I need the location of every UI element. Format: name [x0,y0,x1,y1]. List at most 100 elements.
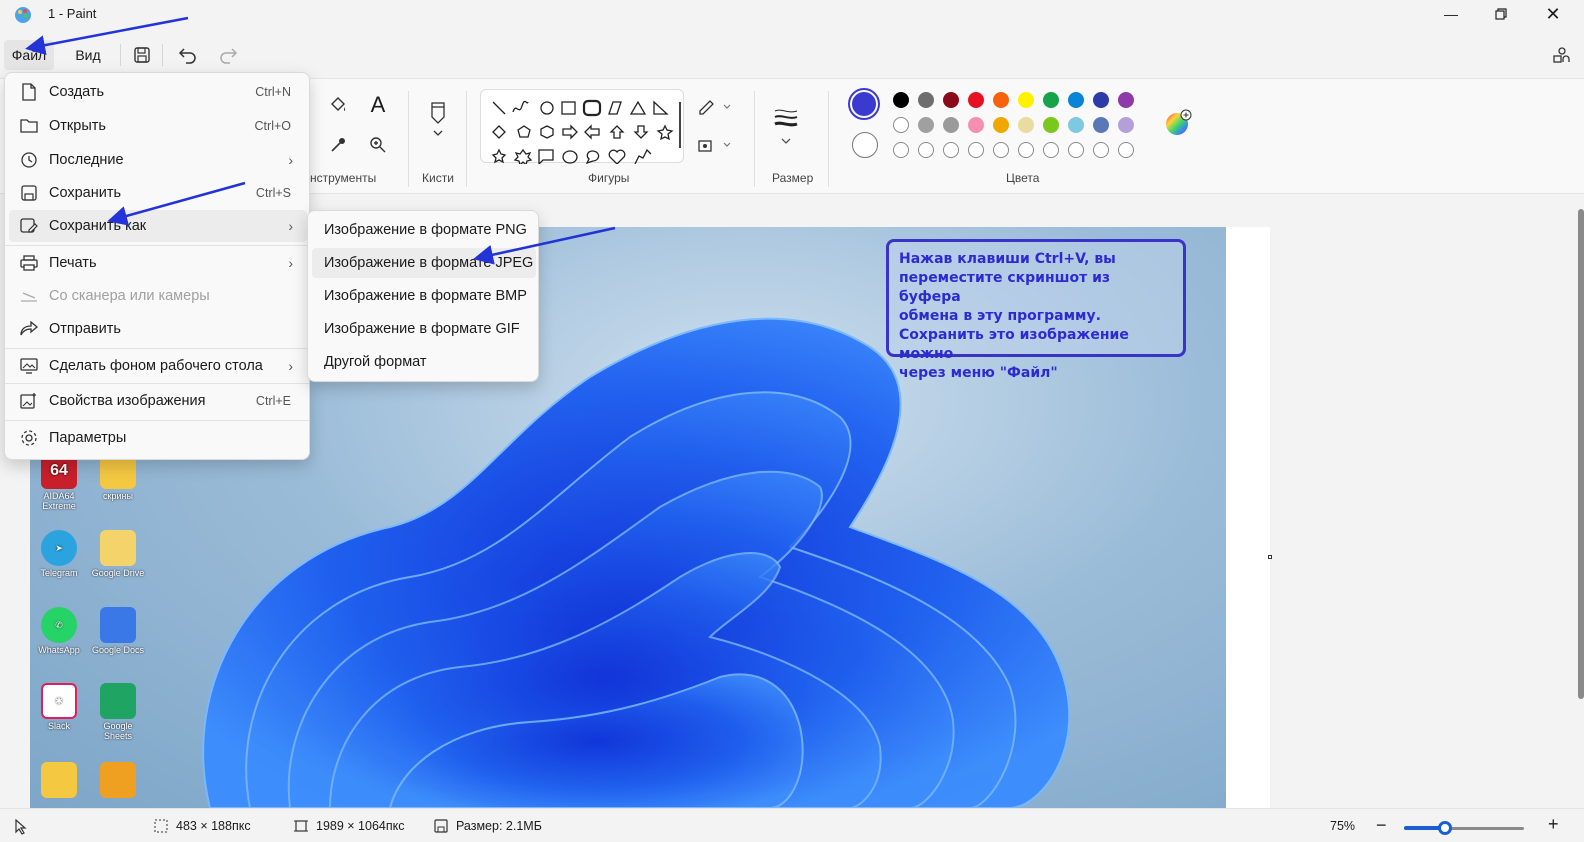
custom-color-slot[interactable] [1093,142,1109,158]
note-line: переместите скриншот из буфера [899,270,1111,305]
menu-item-recent[interactable]: Последние › [9,144,307,176]
color-swatch[interactable] [893,117,909,133]
color-swatch[interactable] [918,92,934,108]
desktop-icon-slack[interactable]: ✱ Slack [31,683,87,731]
color-swatch[interactable] [968,92,984,108]
primary-color-button[interactable] [848,88,880,120]
save-as-bmp[interactable]: Изображение в формате BMP [312,281,536,311]
save-quick-button[interactable] [128,42,156,68]
color-swatch[interactable] [1093,117,1109,133]
magnifier-button[interactable] [364,131,392,159]
close-button[interactable]: ✕ [1530,0,1576,28]
menu-item-save[interactable]: Сохранить Ctrl+S [9,177,307,209]
menu-item-label: Отправить [49,321,121,337]
color-swatch[interactable] [1068,92,1084,108]
desktop-icon-google-sheets[interactable]: Google Sheets [90,683,146,741]
save-as-png[interactable]: Изображение в формате PNG [312,215,536,245]
menu-item-settings[interactable]: Параметры [9,422,307,454]
menu-item-label: Печать [49,255,97,271]
fill-dropdown[interactable] [696,131,736,159]
chevron-right-icon: › [288,152,293,168]
selection-icon [154,819,168,833]
color-swatch[interactable] [1018,117,1034,133]
zoom-level[interactable]: 75% [1330,819,1355,833]
desktop-icon-google-docs[interactable]: Google Docs [90,607,146,655]
size-dropdown[interactable] [772,103,800,147]
desktop-icon-app[interactable] [90,762,146,800]
color-swatch[interactable] [1118,92,1134,108]
annotation-note: Нажав клавиши Ctrl+V, вы переместите скр… [886,239,1186,381]
zoom-slider-thumb[interactable] [1438,821,1452,835]
custom-color-slot[interactable] [968,142,984,158]
custom-color-slot[interactable] [993,142,1009,158]
minimize-button[interactable]: — [1428,0,1474,28]
view-menu-button[interactable]: Вид [66,40,110,70]
save-as-gif[interactable]: Изображение в формате GIF [312,314,536,344]
custom-color-slot[interactable] [1043,142,1059,158]
fill-tool-button[interactable] [324,91,352,119]
menu-item-save-as[interactable]: Сохранить как › [9,210,307,242]
color-swatch[interactable] [993,117,1009,133]
menubar-divider [120,44,121,66]
custom-color-slot[interactable] [1118,142,1134,158]
wallpaper-icon [20,358,38,374]
desktop-icon-google-drive[interactable]: Google Drive [90,530,146,578]
color-swatch[interactable] [1043,117,1059,133]
brushes-button[interactable] [424,99,452,139]
save-as-other-format[interactable]: Другой формат [312,347,536,377]
canvas-size-text: 1989 × 1064пкс [316,819,405,833]
file-menu-button[interactable]: Файл [4,40,54,70]
color-swatch[interactable] [943,92,959,108]
zoom-out-button[interactable]: − [1376,815,1387,836]
color-swatch[interactable] [1068,117,1084,133]
menu-item-print[interactable]: Печать › [9,247,307,279]
color-swatch[interactable] [918,117,934,133]
save-as-submenu: Изображение в формате PNG Изображение в … [307,210,539,382]
edit-colors-button[interactable] [1164,109,1192,137]
menu-item-send[interactable]: Отправить [9,313,307,345]
menu-item-set-wallpaper[interactable]: Сделать фоном рабочего стола › [9,350,307,382]
scanner-icon [21,292,37,302]
color-swatch[interactable] [893,92,909,108]
google-drive-icon [100,530,136,566]
color-picker-button[interactable] [324,131,352,159]
color-swatch[interactable] [1093,92,1109,108]
custom-color-slot[interactable] [918,142,934,158]
account-button[interactable] [1548,42,1574,68]
undo-button[interactable] [174,42,202,68]
desktop-icon-label: скрины [103,491,133,501]
custom-color-slot[interactable] [943,142,959,158]
color-swatch[interactable] [1018,92,1034,108]
color-swatch[interactable] [968,117,984,133]
resize-handle[interactable] [1268,555,1272,559]
menu-item-scanner[interactable]: Со сканера или камеры [9,280,307,312]
color-swatch[interactable] [993,92,1009,108]
desktop-icon-whatsapp[interactable]: ✆ WhatsApp [31,607,87,655]
redo-button[interactable] [214,42,242,68]
folder-icon [20,119,38,133]
ribbon-divider [754,91,755,187]
desktop-icon-telegram[interactable]: ➤ Telegram [31,530,87,578]
text-tool-button[interactable]: A [364,91,392,119]
menu-item-image-properties[interactable]: Свойства изображения Ctrl+E [9,385,307,417]
color-swatch[interactable] [1043,92,1059,108]
desktop-icon-aida64[interactable]: 64 AIDA64 Extreme [31,453,87,511]
custom-color-slot[interactable] [1068,142,1084,158]
custom-color-slot[interactable] [1018,142,1034,158]
app-icon [100,762,136,798]
menu-item-open[interactable]: Открыть Ctrl+O [9,110,307,142]
zoom-in-button[interactable]: + [1548,814,1559,835]
color-swatch[interactable] [1118,117,1134,133]
outline-dropdown[interactable] [696,93,736,121]
desktop-icon-folder[interactable] [31,762,87,800]
desktop-icon-screenshots-folder[interactable]: скрины [90,453,146,501]
secondary-color-button[interactable] [852,132,878,158]
menu-item-new[interactable]: Создать Ctrl+N [9,76,307,108]
restore-button[interactable] [1478,0,1524,28]
slack-icon: ✱ [41,683,77,719]
color-swatch[interactable] [943,117,959,133]
save-as-jpeg[interactable]: Изображение в формате JPEG [312,248,536,278]
canvas-size-icon [294,820,308,832]
vertical-scrollbar[interactable] [1578,209,1584,699]
custom-color-slot[interactable] [893,142,909,158]
